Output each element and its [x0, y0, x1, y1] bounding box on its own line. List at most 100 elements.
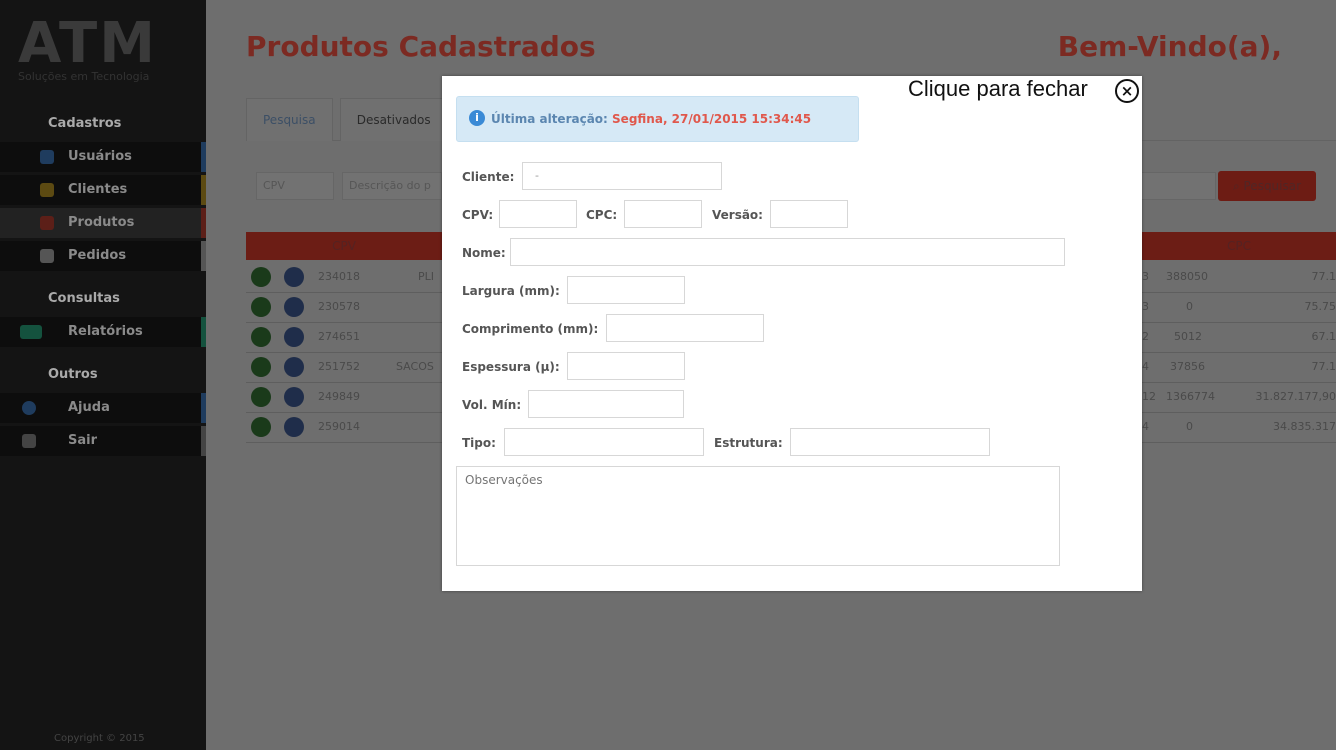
sidebar-item-usuarios[interactable]: Usuários — [0, 142, 206, 172]
tab-pesquisa[interactable]: Pesquisa — [246, 98, 333, 141]
sidebar-item-relatorios[interactable]: Relatórios — [0, 317, 206, 347]
logo-text: ATM — [18, 11, 157, 76]
comprimento-label: Comprimento (mm): — [462, 322, 599, 336]
table-row[interactable]: 251752 SACOS — [246, 352, 446, 383]
cliente-field[interactable]: - — [522, 162, 722, 190]
search-icon: ⌕ — [1232, 179, 1244, 193]
info-icon: i — [469, 110, 485, 126]
tab-desativados[interactable]: Desativados — [339, 98, 448, 141]
description-search-input[interactable]: Descrição do p — [342, 172, 442, 200]
sidebar-item-label: Ajuda — [68, 400, 110, 415]
add-icon[interactable] — [284, 267, 304, 287]
table-row-right: 3 388050 77.1 — [1142, 262, 1336, 293]
cell-cpv: 259014 — [318, 420, 360, 433]
orders-icon — [40, 249, 54, 263]
chart-icon — [20, 325, 42, 339]
page-title: Produtos Cadastrados — [246, 30, 596, 63]
table-row-right: 4 0 34.835.317 — [1142, 412, 1336, 443]
sidebar-item-clientes[interactable]: Clientes — [0, 175, 206, 205]
nome-label: Nome: — [462, 246, 506, 260]
search-button-label: Pesquisar — [1243, 179, 1302, 193]
cell-value: 75.75 — [1304, 300, 1336, 313]
cpv-search-input[interactable]: CPV — [256, 172, 334, 200]
cell-cpv: 234018 — [318, 270, 360, 283]
versao-label: Versão: — [712, 208, 763, 222]
search-button[interactable]: ⌕ Pesquisar — [1218, 171, 1316, 201]
table-row[interactable]: 259014 — [246, 412, 446, 443]
cell-cpv: 230578 — [318, 300, 360, 313]
cell-value: 67.1 — [1311, 330, 1336, 343]
welcome-text: Bem-Vindo(a), — [1057, 30, 1282, 63]
comprimento-field[interactable] — [606, 314, 764, 342]
add-icon[interactable] — [284, 357, 304, 377]
close-caption: Clique para fechar — [908, 76, 1088, 101]
clients-icon — [40, 183, 54, 197]
sidebar-item-label: Usuários — [68, 149, 132, 164]
sidebar-item-pedidos[interactable]: Pedidos — [0, 241, 206, 271]
add-icon[interactable] — [284, 417, 304, 437]
cell-qty: 3 — [1142, 300, 1149, 313]
cell-qty: 4 — [1142, 360, 1149, 373]
versao-field[interactable] — [770, 200, 848, 228]
largura-field[interactable] — [567, 276, 685, 304]
check-icon[interactable] — [251, 267, 271, 287]
table-row-right: 4 37856 77.1 — [1142, 352, 1336, 383]
cliente-label: Cliente: — [462, 170, 515, 184]
espessura-field[interactable] — [567, 352, 685, 380]
sidebar-item-label: Sair — [68, 433, 98, 448]
check-icon[interactable] — [251, 357, 271, 377]
cell-desc: SACOS — [396, 360, 434, 373]
section-consultas: Consultas — [48, 291, 120, 306]
cell-cpv: 249849 — [318, 390, 360, 403]
cell-cpv: 274651 — [318, 330, 360, 343]
check-icon[interactable] — [251, 297, 271, 317]
cpv-field[interactable] — [499, 200, 577, 228]
cell-cpc: 5012 — [1174, 330, 1202, 343]
cell-value: 77.1 — [1311, 270, 1336, 283]
add-icon[interactable] — [284, 327, 304, 347]
table-row[interactable]: 234018 PLI — [246, 262, 446, 293]
close-icon[interactable]: × — [1115, 79, 1139, 103]
estrutura-label: Estrutura: — [714, 436, 783, 450]
grid-header-cpv: CPV — [246, 232, 442, 260]
copyright: Copyright © 2015 — [54, 733, 145, 744]
vol-min-field[interactable] — [528, 390, 684, 418]
grid-header-cpc: CPC — [1142, 232, 1336, 260]
user-icon — [40, 150, 54, 164]
check-icon[interactable] — [251, 417, 271, 437]
add-icon[interactable] — [284, 297, 304, 317]
table-row[interactable]: 249849 — [246, 382, 446, 413]
observacoes-textarea[interactable] — [456, 466, 1060, 566]
check-icon[interactable] — [251, 327, 271, 347]
sidebar-item-sair[interactable]: Sair — [0, 426, 206, 456]
tipo-field[interactable] — [504, 428, 704, 456]
estrutura-field[interactable] — [790, 428, 990, 456]
sidebar-item-label: Clientes — [68, 182, 128, 197]
last-change-label: Última alteração: — [491, 112, 608, 126]
cell-cpv: 251752 — [318, 360, 360, 373]
cell-cpc: 1366774 — [1166, 390, 1215, 403]
filter-select[interactable] — [1136, 172, 1216, 200]
sidebar: ATM Soluções em Tecnologia Cadastros Usu… — [0, 0, 206, 750]
cpc-field[interactable] — [624, 200, 702, 228]
section-outros: Outros — [48, 367, 98, 382]
sidebar-item-label: Relatórios — [68, 324, 143, 339]
sidebar-item-produtos[interactable]: Produtos — [0, 208, 206, 238]
cell-value: 34.835.317 — [1273, 420, 1336, 433]
add-icon[interactable] — [284, 387, 304, 407]
vol-min-label: Vol. Mín: — [462, 398, 522, 412]
nome-field[interactable] — [510, 238, 1065, 266]
table-row-right: 2 5012 67.1 — [1142, 322, 1336, 353]
check-icon[interactable] — [251, 387, 271, 407]
cpv-label: CPV: — [462, 208, 494, 222]
help-icon — [22, 401, 36, 415]
cell-qty: 12 — [1142, 390, 1156, 403]
sidebar-item-label: Pedidos — [68, 248, 127, 263]
sidebar-item-ajuda[interactable]: Ajuda — [0, 393, 206, 423]
logo-subtitle: Soluções em Tecnologia — [18, 70, 150, 83]
table-row[interactable]: 230578 — [246, 292, 446, 323]
last-change-date: Segfina, 27/01/2015 15:34:45 — [612, 112, 812, 126]
cell-cpc: 37856 — [1170, 360, 1205, 373]
table-row[interactable]: 274651 — [246, 322, 446, 353]
cell-cpc: 0 — [1186, 420, 1193, 433]
